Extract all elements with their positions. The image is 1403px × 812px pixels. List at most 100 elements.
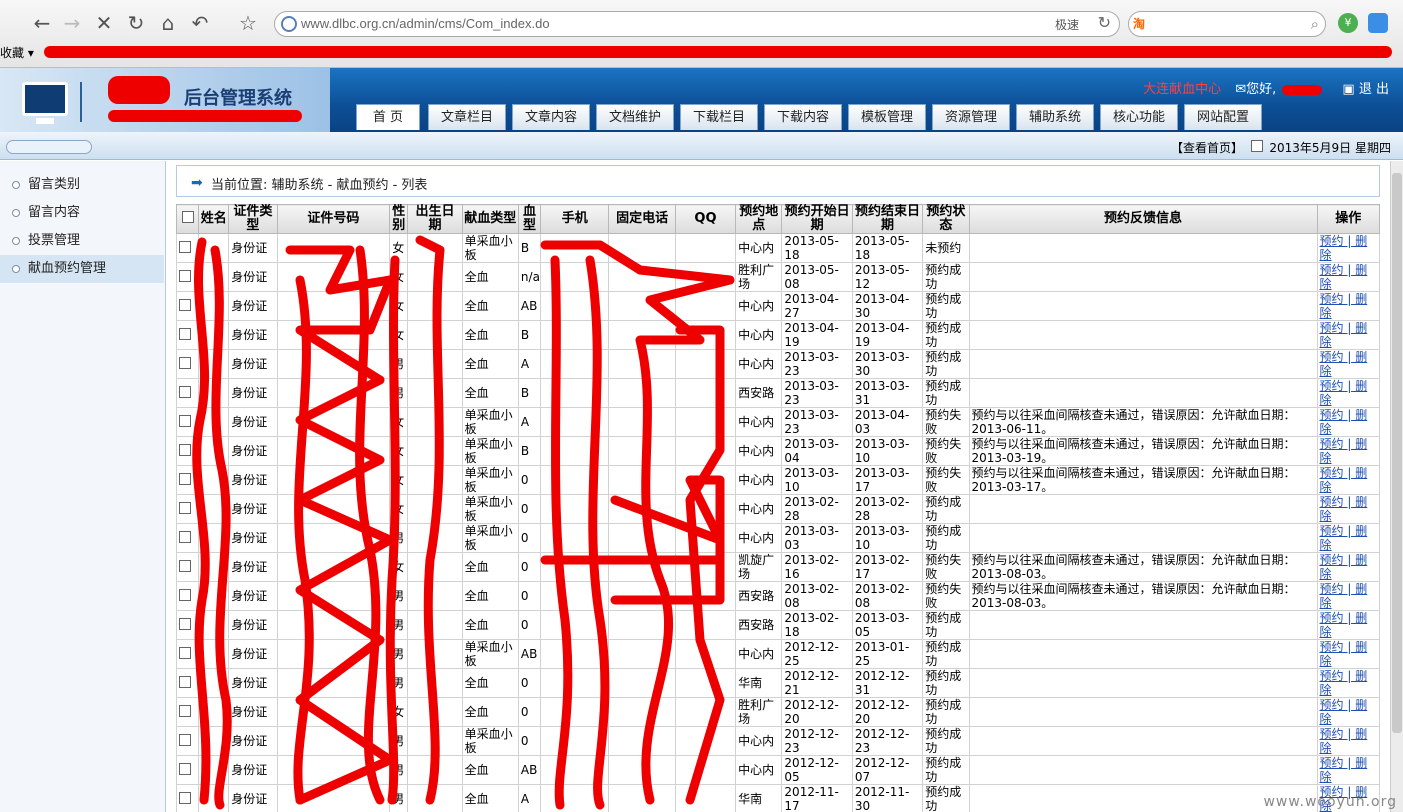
history-icon[interactable]: ↶ (186, 8, 214, 38)
row-checkbox[interactable] (179, 588, 191, 601)
row-action-links[interactable]: 预约 | 删除 (1320, 728, 1368, 755)
row-action-links[interactable]: 预约 | 删除 (1320, 467, 1368, 494)
url-text[interactable]: www.dlbc.org.cn/admin/cms/Com_index.do (301, 16, 550, 31)
sidebar-item-message-content[interactable]: 留言内容 (0, 199, 164, 227)
row-action-links[interactable]: 预约 | 删除 (1320, 409, 1368, 436)
nav-item-article-column[interactable]: 文章栏目 (428, 104, 506, 130)
row-action-links[interactable]: 预约 | 删除 (1320, 554, 1368, 581)
vertical-scrollbar[interactable] (1390, 161, 1403, 812)
logout-link[interactable]: 退 出 (1359, 82, 1389, 97)
row-checkbox[interactable] (179, 443, 191, 456)
nav-item-download-content[interactable]: 下载内容 (764, 104, 842, 130)
row-checkbox[interactable] (179, 269, 191, 282)
center-link[interactable]: 大连献血中心 (1143, 82, 1221, 97)
row-checkbox[interactable] (179, 472, 191, 485)
nav-item-docs[interactable]: 文档维护 (596, 104, 674, 130)
row-checkbox[interactable] (179, 559, 191, 572)
row-checkbox[interactable] (179, 675, 191, 688)
search-icon[interactable]: ⌕ (1311, 15, 1319, 33)
nav-item-resources[interactable]: 资源管理 (932, 104, 1010, 130)
row-action-links[interactable]: 预约 | 删除 (1320, 525, 1368, 552)
select-all-checkbox[interactable] (181, 211, 194, 223)
addon-icon[interactable]: ¥ (1338, 13, 1358, 33)
nav-item-download-column[interactable]: 下载栏目 (680, 104, 758, 130)
row-action-links[interactable]: 预约 | 删除 (1320, 641, 1368, 668)
row-action-links[interactable]: 预约 | 删除 (1320, 496, 1368, 523)
row-checkbox[interactable] (179, 530, 191, 543)
back-icon[interactable]: ← (28, 8, 56, 38)
row-action-links[interactable]: 预约 | 删除 (1320, 670, 1368, 697)
refresh-icon[interactable]: ↻ (122, 8, 150, 38)
row-checkbox[interactable] (179, 414, 191, 427)
nav-item-article-content[interactable]: 文章内容 (512, 104, 590, 130)
select-all-header[interactable] (176, 204, 200, 234)
table-cell: 身份证 (228, 610, 278, 640)
table-cell (608, 262, 676, 292)
row-action-links[interactable]: 预约 | 删除 (1320, 699, 1368, 726)
table-cell (968, 494, 1318, 524)
nav-item-site-config[interactable]: 网站配置 (1184, 104, 1262, 130)
extension-icon[interactable] (1368, 13, 1388, 33)
row-checkbox[interactable] (179, 298, 191, 311)
row-checkbox[interactable] (179, 327, 191, 340)
reload-icon[interactable]: ↻ (1098, 13, 1111, 32)
row-action-links[interactable]: 预约 | 删除 (1320, 438, 1368, 465)
row-action-links[interactable]: 预约 | 删除 (1320, 380, 1368, 407)
row-checkbox[interactable] (179, 617, 191, 630)
table-cell: 单采血小板 (461, 494, 519, 524)
row-checkbox[interactable] (179, 356, 191, 369)
column-header: 预约反馈信息 (968, 204, 1318, 234)
fast-mode-label[interactable]: 极速 (1055, 16, 1079, 33)
nav-item-home[interactable]: 首 页 (356, 104, 420, 130)
forward-icon[interactable]: → (58, 8, 86, 38)
row-checkbox[interactable] (179, 762, 191, 775)
table-cell (968, 262, 1318, 292)
star-icon[interactable]: ☆ (234, 8, 262, 38)
table-cell (276, 610, 391, 640)
nav-item-core[interactable]: 核心功能 (1100, 104, 1178, 130)
stop-icon[interactable]: ✕ (90, 8, 118, 38)
bookmark-label[interactable]: 收藏 (0, 46, 24, 60)
globe-icon (281, 16, 297, 32)
table-cell (968, 755, 1318, 785)
row-checkbox[interactable] (179, 733, 191, 746)
row-checkbox[interactable] (179, 646, 191, 659)
sidebar-toggle[interactable] (6, 140, 92, 154)
scroll-thumb[interactable] (1392, 173, 1402, 733)
row-action-links[interactable]: 预约 | 删除 (1320, 757, 1368, 784)
table-cell: 女 (389, 291, 409, 321)
sidebar-item-blood-appointment[interactable]: 献血预约管理 (0, 255, 164, 283)
sidebar-item-vote[interactable]: 投票管理 (0, 227, 164, 255)
table-cell: 单采血小板 (461, 465, 519, 495)
row-checkbox[interactable] (179, 385, 191, 398)
search-engine-icon[interactable]: 淘 (1133, 15, 1161, 33)
address-bar[interactable]: www.dlbc.org.cn/admin/cms/Com_index.do 极… (274, 11, 1120, 37)
nav-item-aux[interactable]: 辅助系统 (1016, 104, 1094, 130)
breadcrumb: ➡ 当前位置: 辅助系统 - 献血预约 - 列表 (176, 165, 1380, 197)
row-action-links[interactable]: 预约 | 删除 (1320, 293, 1368, 320)
row-action-links[interactable]: 预约 | 删除 (1320, 351, 1368, 378)
row-action-links[interactable]: 预约 | 删除 (1320, 583, 1368, 610)
row-checkbox[interactable] (179, 791, 191, 804)
row-action-links[interactable]: 预约 | 删除 (1320, 264, 1368, 291)
row-action-links[interactable]: 预约 | 删除 (1320, 612, 1368, 639)
row-action-links[interactable]: 预约 | 删除 (1320, 322, 1368, 349)
table-cell (968, 320, 1318, 350)
sidebar-item-message-category[interactable]: 留言类别 (0, 171, 164, 199)
row-actions: 预约 | 删除 (1316, 233, 1380, 263)
row-checkbox[interactable] (179, 240, 191, 253)
table-cell: 0 (517, 668, 542, 698)
column-header: 预约状态 (922, 204, 970, 234)
nav-item-templates[interactable]: 模板管理 (848, 104, 926, 130)
home-icon[interactable]: ⌂ (154, 8, 182, 38)
table-cell: 男 (389, 726, 409, 756)
table-cell: 0 (517, 697, 542, 727)
search-box[interactable]: 淘 ⌕ (1128, 11, 1326, 37)
table-header-row: 姓名 证件类型 证件号码 性别 出生日期 献血类型 血型 手机 固定电话 QQ 预约地点 预约开始日期… (176, 204, 1380, 234)
row-checkbox[interactable] (179, 704, 191, 717)
row-checkbox[interactable] (179, 501, 191, 514)
row-select-cell (176, 407, 200, 437)
view-home-link[interactable]: 【查看首页】 (1171, 139, 1243, 156)
row-select-cell (176, 639, 200, 669)
row-action-links[interactable]: 预约 | 删除 (1320, 235, 1368, 262)
